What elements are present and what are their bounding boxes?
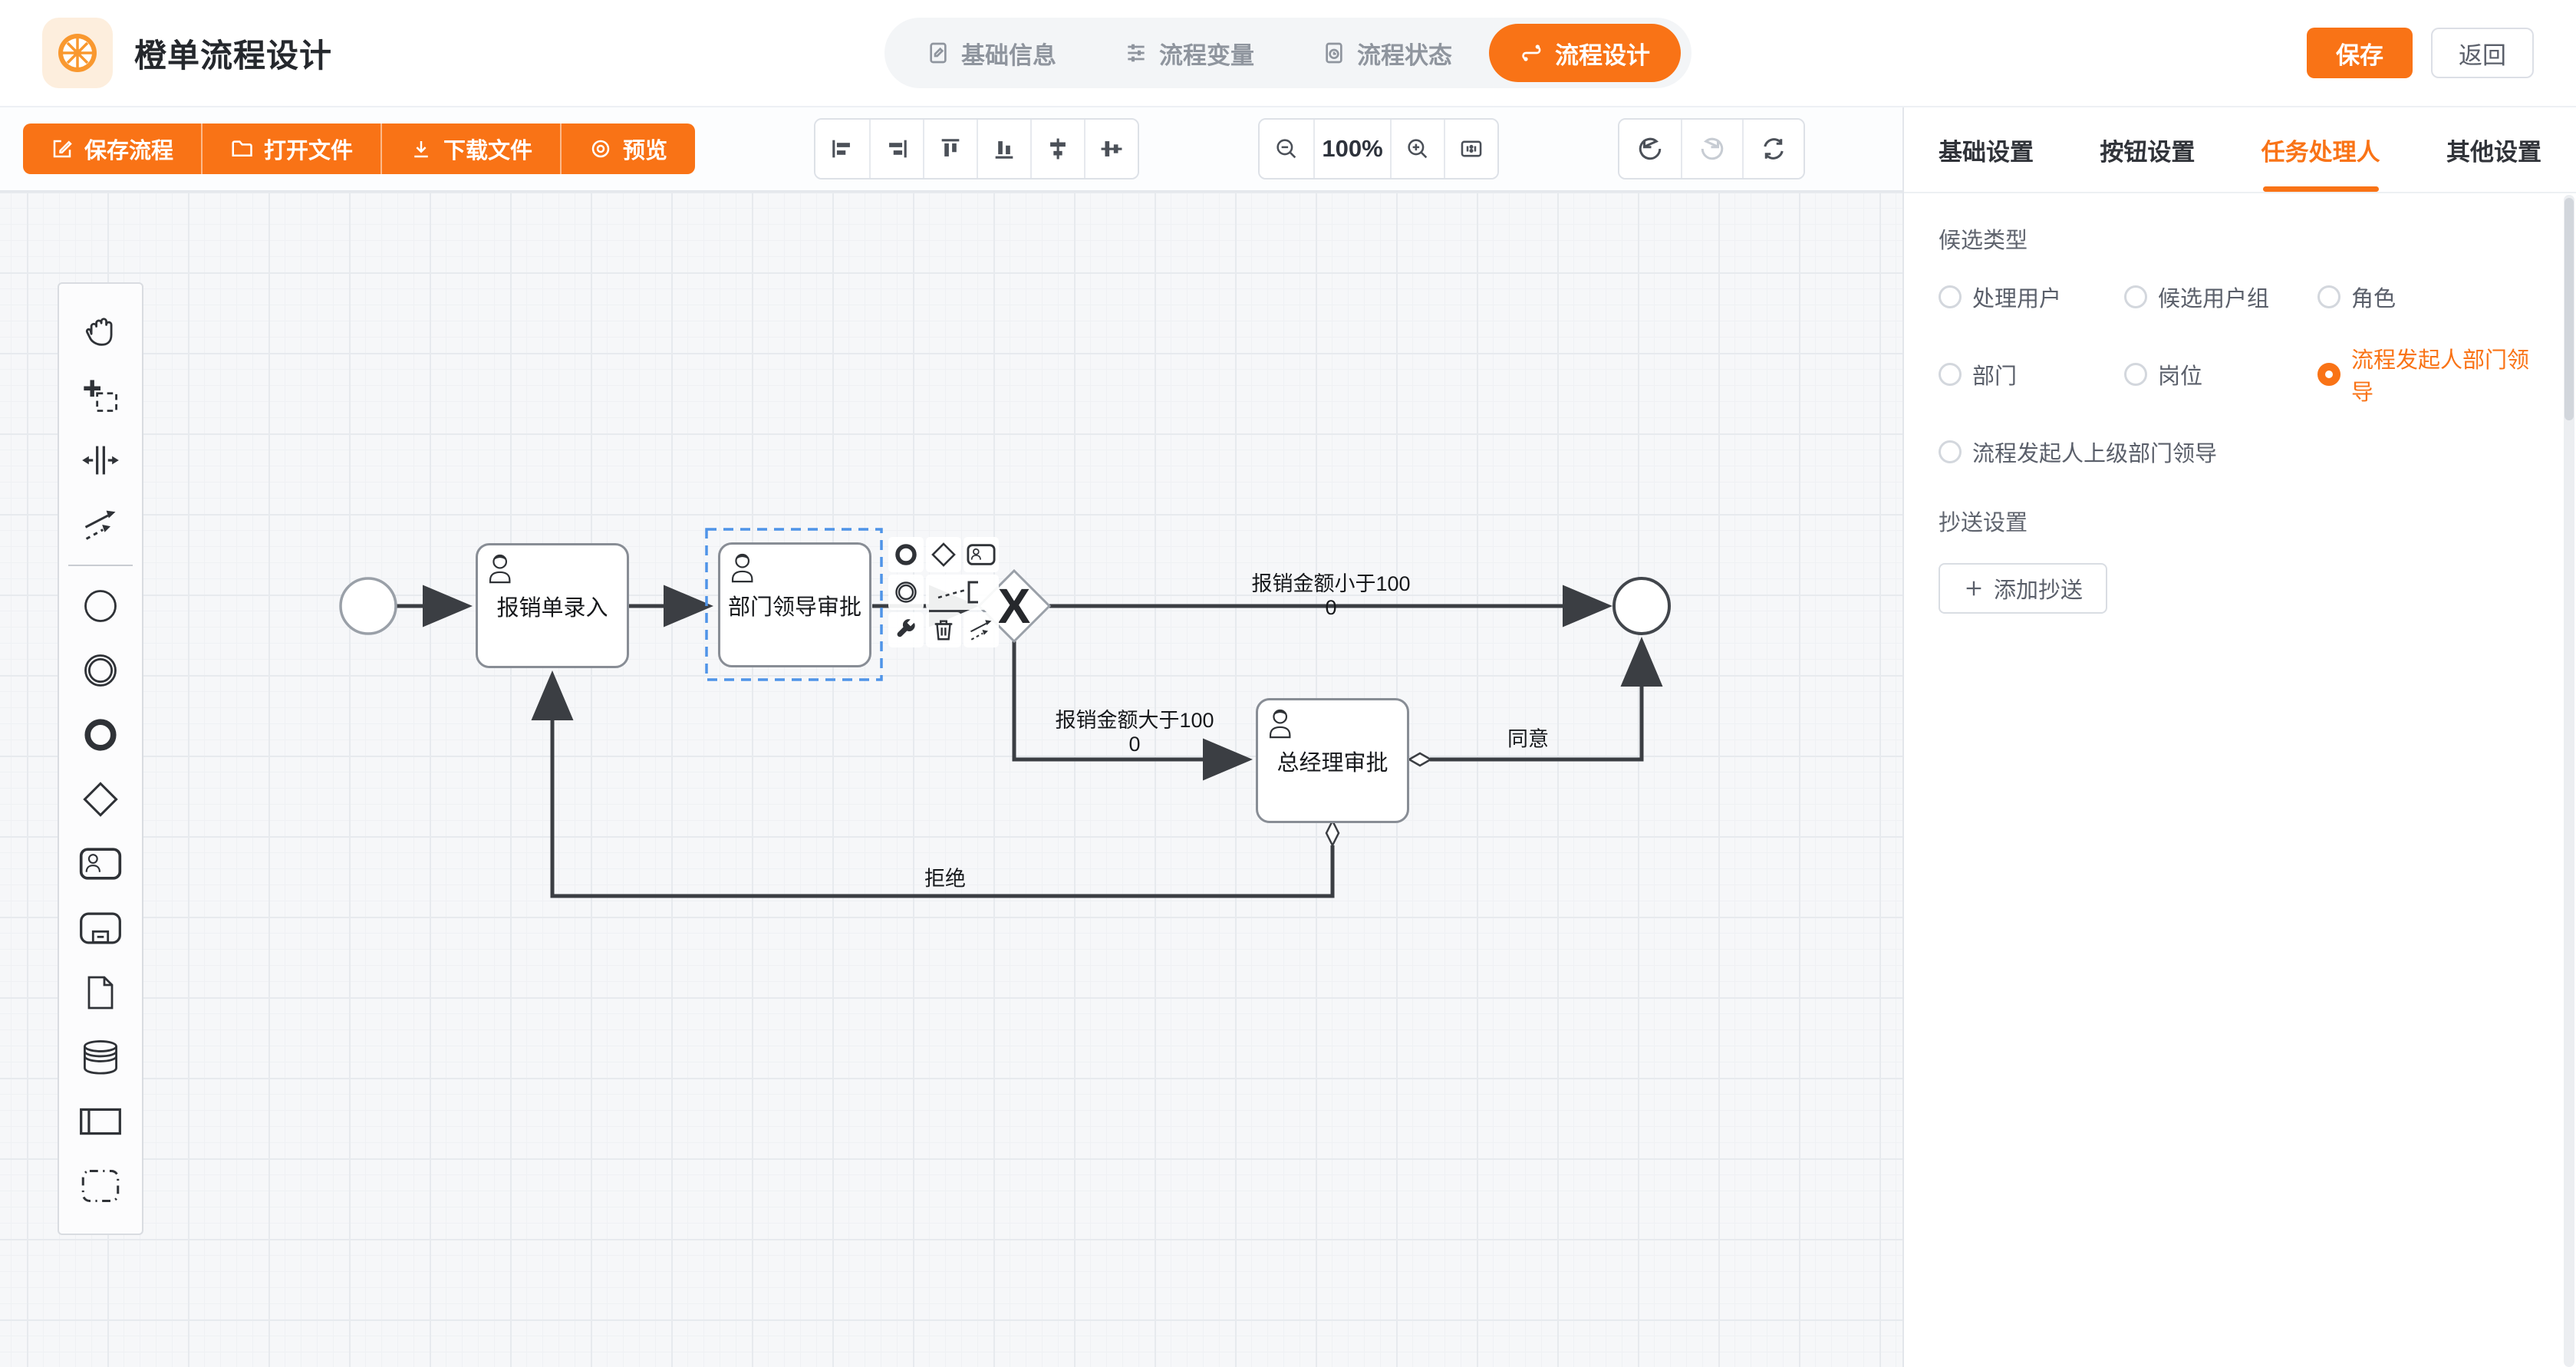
- header-actions: 保存 返回: [2307, 28, 2534, 78]
- task-node-expense-entry[interactable]: 报销单录入: [476, 543, 629, 668]
- settings-panel: 基础设置 按钮设置 任务处理人 其他设置 候选类型 处理用户 候选用户组: [1902, 107, 2576, 1367]
- align-right-button[interactable]: [869, 120, 923, 178]
- connect-tool-icon[interactable]: [964, 612, 999, 647]
- append-end-event-icon[interactable]: [888, 537, 924, 572]
- page-title: 橙单流程设计: [134, 30, 332, 77]
- radio-department[interactable]: 部门: [1939, 342, 2124, 407]
- canvas-toolbar: 保存流程 打开文件 下载: [0, 107, 1902, 192]
- trash-delete-icon[interactable]: [926, 612, 961, 647]
- edge-label-amount-gt-1000[interactable]: 报销金额大于1000: [1055, 709, 1214, 756]
- panel-scrollbar: [2564, 195, 2574, 1367]
- plus-icon: [1963, 578, 1985, 599]
- candidate-type-options: 处理用户 候选用户组 角色 部门: [1939, 281, 2541, 468]
- append-user-task-icon[interactable]: [964, 537, 999, 572]
- radio-circle-icon: [1939, 285, 1962, 308]
- radio-circle-icon: [2317, 285, 2340, 308]
- status-doc-icon: [1322, 41, 1346, 65]
- align-top-button[interactable]: [923, 120, 977, 178]
- wrench-change-type-icon[interactable]: [888, 612, 924, 647]
- open-file-button[interactable]: 打开文件: [201, 124, 380, 174]
- folder-open-icon: [230, 137, 253, 160]
- user-task-icon: [486, 552, 519, 585]
- task-node-dept-leader-approval[interactable]: 部门领导审批: [718, 542, 871, 667]
- undo-button[interactable]: [1619, 120, 1681, 178]
- zoom-level-display: 100%: [1313, 120, 1390, 178]
- nav-tab-basic-info[interactable]: 基础信息: [895, 24, 1087, 82]
- align-tool-group: [814, 118, 1139, 180]
- main-area: 保存流程 打开文件 下载: [0, 107, 2576, 1367]
- add-cc-button[interactable]: 添加抄送: [1939, 563, 2107, 614]
- radio-circle-icon: [1939, 363, 1962, 386]
- settings-body: 候选类型 处理用户 候选用户组 角色: [1904, 193, 2576, 643]
- bpmn-canvas[interactable]: 报销单录入 部门领导审批: [0, 192, 1902, 1367]
- refresh-button[interactable]: [1742, 120, 1804, 178]
- panel-scrollbar-thumb[interactable]: [2564, 198, 2574, 420]
- file-action-group: 保存流程 打开文件 下载: [23, 124, 695, 174]
- header-nav: 基础信息 流程变量: [884, 18, 1692, 88]
- tab-other-settings[interactable]: 其他设置: [2446, 107, 2541, 192]
- align-center-vertical-button[interactable]: [1084, 120, 1138, 178]
- tab-button-settings[interactable]: 按钮设置: [2100, 107, 2195, 192]
- user-task-icon: [728, 551, 762, 585]
- save-button[interactable]: 保存: [2307, 28, 2413, 78]
- edge-label-reject[interactable]: 拒绝: [924, 868, 966, 891]
- app-window: 橙单流程设计 基础信息 流程变量: [0, 0, 2576, 1367]
- doc-edit-icon: [926, 41, 950, 65]
- flow-design-icon: [1520, 41, 1544, 65]
- zoom-in-button[interactable]: [1390, 120, 1444, 178]
- edit-icon: [51, 137, 74, 160]
- back-button[interactable]: 返回: [2431, 28, 2534, 78]
- edge-label-amount-lt-1000[interactable]: 报销金额小于1000: [1251, 572, 1410, 620]
- radio-initiator-dept-leader[interactable]: 流程发起人部门领导: [2317, 342, 2541, 407]
- radio-circle-icon: [2124, 285, 2147, 308]
- reset-zoom-button[interactable]: [1444, 120, 1497, 178]
- preview-eye-icon: [589, 137, 612, 160]
- preview-button[interactable]: 预览: [560, 124, 695, 174]
- context-pad: [888, 537, 1003, 647]
- align-left-button[interactable]: [815, 120, 869, 178]
- header: 橙单流程设计 基础信息 流程变量: [0, 0, 2576, 107]
- diagram-layer: [0, 192, 1902, 1367]
- candidate-type-label: 候选类型: [1939, 222, 2541, 255]
- radio-circle-icon: [2317, 363, 2340, 386]
- download-file-button[interactable]: 下载文件: [380, 124, 560, 174]
- redo-button[interactable]: [1681, 120, 1742, 178]
- zoom-tool-group: 100%: [1258, 118, 1499, 180]
- task-node-gm-approval[interactable]: 总经理审批: [1256, 698, 1409, 823]
- nav-tab-process-status[interactable]: 流程状态: [1291, 24, 1483, 82]
- append-intermediate-event-icon[interactable]: [888, 575, 924, 610]
- align-bottom-button[interactable]: [977, 120, 1030, 178]
- settings-tabs: 基础设置 按钮设置 任务处理人 其他设置: [1904, 107, 2576, 193]
- radio-candidate-user-group[interactable]: 候选用户组: [2124, 281, 2317, 313]
- radio-position[interactable]: 岗位: [2124, 342, 2317, 407]
- append-gateway-icon[interactable]: [926, 537, 961, 572]
- nav-tab-process-design[interactable]: 流程设计: [1489, 24, 1681, 82]
- radio-handler-user[interactable]: 处理用户: [1939, 281, 2124, 313]
- variables-icon: [1124, 41, 1148, 65]
- download-icon: [410, 137, 433, 160]
- tab-basic-settings[interactable]: 基础设置: [1939, 107, 2034, 192]
- app-logo-icon: [42, 18, 113, 88]
- radio-circle-icon: [1939, 440, 1962, 463]
- append-text-annotation-icon[interactable]: [926, 575, 999, 610]
- user-task-icon: [1266, 707, 1300, 740]
- nav-tab-process-variables[interactable]: 流程变量: [1093, 24, 1285, 82]
- tab-task-handler[interactable]: 任务处理人: [2261, 107, 2380, 192]
- radio-initiator-upper-dept-leader[interactable]: 流程发起人上级部门领导: [1939, 436, 2541, 468]
- radio-circle-icon: [2124, 363, 2147, 386]
- edge-label-agree[interactable]: 同意: [1507, 728, 1549, 752]
- workspace: 保存流程 打开文件 下载: [0, 107, 1902, 1367]
- radio-role[interactable]: 角色: [2317, 281, 2541, 313]
- zoom-out-button[interactable]: [1260, 120, 1313, 178]
- align-center-horizontal-button[interactable]: [1030, 120, 1084, 178]
- save-process-button[interactable]: 保存流程: [23, 124, 201, 174]
- history-tool-group: [1618, 118, 1805, 180]
- cc-settings-label: 抄送设置: [1939, 505, 2541, 537]
